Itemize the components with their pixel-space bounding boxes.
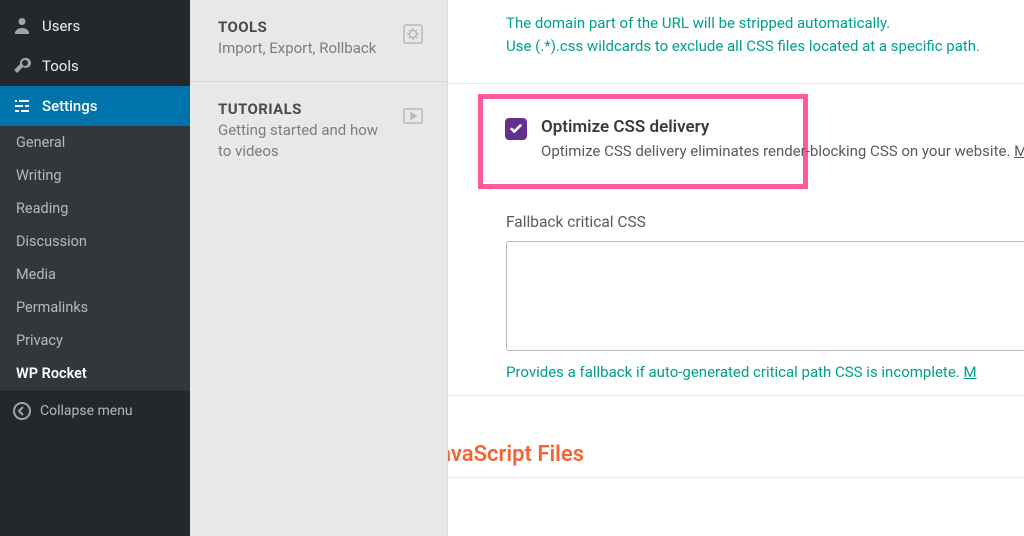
wprocket-sidebar: TOOLS Import, Export, Rollback TUTORIALS… — [190, 0, 448, 536]
wr-tutorials-title: TUTORIALS — [218, 100, 389, 118]
wr-tutorials-block[interactable]: TUTORIALS Getting started and how to vid… — [190, 82, 447, 184]
optimize-css-checkbox[interactable] — [505, 118, 527, 140]
wr-tutorials-sub: Getting started and how to videos — [218, 120, 389, 162]
gear-icon — [401, 22, 425, 46]
users-icon — [12, 16, 32, 36]
submenu-reading[interactable]: Reading — [0, 192, 190, 225]
javascript-files-heading: JavaScript Files — [448, 442, 1024, 467]
optimize-css-highlight: Optimize CSS delivery Optimize CSS deliv… — [478, 94, 808, 190]
collapse-menu-button[interactable]: Collapse menu — [0, 390, 190, 431]
sidebar-item-tools[interactable]: Tools — [0, 46, 190, 86]
collapse-label: Collapse menu — [40, 403, 133, 419]
hint-line-2: Use (.*).css wildcards to exclude all CS… — [506, 35, 1024, 58]
fallback-css-textarea[interactable] — [506, 241, 1024, 351]
wr-tools-sub: Import, Export, Rollback — [218, 38, 389, 59]
fallback-help-link[interactable]: M — [963, 363, 976, 381]
more-info-link[interactable]: More info — [1014, 142, 1024, 160]
submenu-discussion[interactable]: Discussion — [0, 225, 190, 258]
submenu-privacy[interactable]: Privacy — [0, 324, 190, 357]
url-hint: The domain part of the URL will be strip… — [476, 12, 1024, 83]
sidebar-label: Settings — [42, 97, 98, 115]
submenu-media[interactable]: Media — [0, 258, 190, 291]
fallback-css-field: Fallback critical CSS Provides a fallbac… — [506, 213, 1024, 395]
optimize-css-title: Optimize CSS delivery — [541, 117, 1024, 137]
submenu-wp-rocket[interactable]: WP Rocket — [0, 357, 190, 390]
submenu-permalinks[interactable]: Permalinks — [0, 291, 190, 324]
optimize-css-desc: Optimize CSS delivery eliminates render-… — [541, 141, 1024, 163]
sidebar-item-settings[interactable]: Settings — [0, 86, 190, 126]
sidebar-label: Tools — [42, 57, 79, 75]
fallback-label: Fallback critical CSS — [506, 213, 1024, 231]
sidebar-spacer — [0, 431, 190, 536]
sliders-icon — [12, 96, 32, 116]
sidebar-label: Users — [42, 17, 80, 35]
wr-tools-block[interactable]: TOOLS Import, Export, Rollback — [190, 0, 447, 82]
fallback-help: Provides a fallback if auto-generated cr… — [506, 363, 1024, 381]
submenu-general[interactable]: General — [0, 126, 190, 159]
wp-admin-sidebar: Users Tools Settings General Writing Rea… — [0, 0, 190, 536]
submenu-writing[interactable]: Writing — [0, 159, 190, 192]
wrench-icon — [12, 56, 32, 76]
content-area: The domain part of the URL will be strip… — [448, 0, 1024, 536]
video-icon — [401, 104, 425, 128]
settings-submenu: General Writing Reading Discussion Media… — [0, 126, 190, 390]
collapse-icon — [12, 401, 32, 421]
wr-tools-title: TOOLS — [218, 18, 389, 36]
hint-line-1: The domain part of the URL will be strip… — [506, 12, 1024, 35]
sidebar-item-users[interactable]: Users — [0, 6, 190, 46]
